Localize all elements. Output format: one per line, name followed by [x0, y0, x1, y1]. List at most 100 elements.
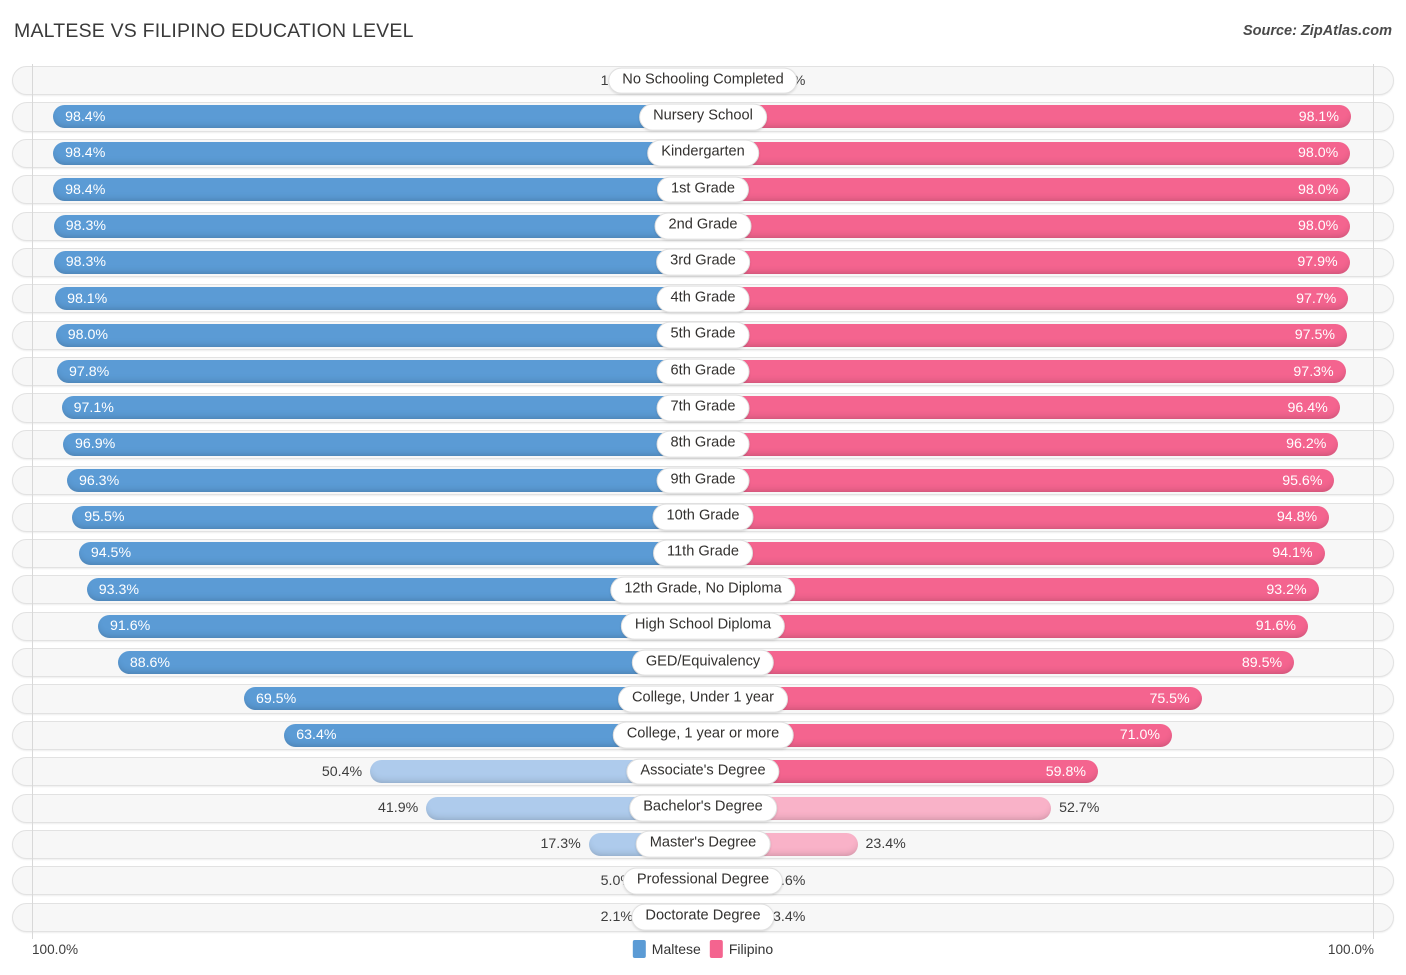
bar-value-maltese: 88.6% [129, 654, 171, 671]
chart-rows: 1.6%2.0%No Schooling Completed 98.4% 98.1%… [12, 64, 1394, 934]
chart-row: 91.6% 91.6% High School Diploma [12, 610, 1394, 643]
bar-filipino: 98.0% [703, 141, 1351, 165]
bar-filipino: 96.4% [703, 396, 1340, 420]
bar-value-maltese: 93.3% [98, 581, 139, 598]
source-attribution: Source: ZipAtlas.com [1242, 23, 1392, 39]
category-label: 11th Grade [653, 540, 753, 567]
bar-value-maltese: 97.8% [69, 363, 110, 380]
bar-value-filipino: 89.5% [1241, 654, 1283, 671]
category-label: Master's Degree [635, 831, 771, 858]
category-label: Kindergarten [647, 139, 759, 167]
category-label: Associate's Degree [626, 758, 780, 786]
category-label: Nursery School [639, 103, 767, 131]
bar-value-maltese: 95.5% [84, 509, 125, 525]
chart-row: 63.4% 71.0% College, 1 year or more [12, 719, 1394, 752]
bar-value-filipino: 71.0% [1119, 727, 1160, 744]
bar-value-filipino: 97.5% [1294, 327, 1335, 344]
bar-maltese: 88.6% [117, 651, 703, 674]
bar-value-filipino: 3.4% [773, 909, 806, 926]
chart-row: 98.0% 97.5% 5th Grade [12, 319, 1394, 352]
legend-swatch-icon [709, 940, 723, 958]
category-label: Doctorate Degree [631, 903, 775, 931]
bar-value-filipino: 59.8% [1045, 763, 1086, 780]
chart-row: 98.1% 97.7% 4th Grade [12, 282, 1394, 315]
bar-value-maltese: 63.4% [296, 727, 337, 744]
chart-page: MALTESE VS FILIPINO EDUCATION LEVEL Sour… [0, 0, 1406, 975]
chart-row: 96.9% 96.2% 8th Grade [12, 428, 1394, 461]
bar-filipino: 97.5% [703, 323, 1347, 347]
bar-maltese: 96.3% [66, 469, 703, 493]
bar-value-maltese: 91.6% [109, 618, 151, 635]
legend-item-filipino: Filipino [709, 940, 774, 958]
bar-value-maltese: 2.1% [600, 909, 633, 926]
left-axis-max-label: 100.0% [32, 942, 79, 957]
bar-maltese: 98.3% [53, 250, 703, 274]
chart-row: 1.6%2.0%No Schooling Completed [12, 64, 1394, 97]
bar-filipino: 95.6% [703, 469, 1335, 493]
category-label: College, Under 1 year [618, 685, 788, 713]
bar-value-filipino: 23.4% [865, 836, 906, 853]
legend-swatch-icon [632, 940, 646, 958]
bar-maltese: 94.5% [78, 541, 703, 565]
category-label: Bachelor's Degree [629, 794, 777, 822]
chart-row: 94.5% 94.1% 11th Grade [12, 537, 1394, 570]
bar-maltese: 95.5% [72, 505, 703, 529]
chart-row: 2.1% 3.4% Doctorate Degree [12, 901, 1394, 934]
chart-row: 95.5% 94.8% 10th Grade [12, 501, 1394, 534]
bar-value-filipino: 96.2% [1286, 436, 1327, 453]
bar-filipino: 91.6% [703, 614, 1309, 638]
bar-value-maltese: 98.0% [67, 327, 108, 344]
bar-filipino: 97.7% [703, 287, 1349, 311]
category-label: GED/Equivalency [631, 649, 775, 676]
bar-maltese: 91.6% [97, 614, 703, 638]
bar-filipino: 98.0% [703, 178, 1351, 202]
category-label: 8th Grade [656, 430, 750, 458]
bar-value-filipino: 75.5% [1149, 690, 1190, 707]
bar-value-filipino: 96.4% [1287, 399, 1328, 416]
bar-maltese: 97.1% [61, 396, 703, 420]
chart-footer: 100.0% 100.0% Maltese Filipino [12, 938, 1394, 968]
chart-row: 97.1% 96.4% 7th Grade [12, 391, 1394, 424]
chart-row: 98.4% 98.0% 1st Grade [12, 173, 1394, 206]
bar-maltese: 98.4% [53, 141, 703, 165]
chart-legend: Maltese Filipino [632, 940, 774, 958]
bar-value-filipino: 98.0% [1298, 181, 1339, 198]
bar-value-filipino: 95.6% [1282, 472, 1323, 489]
bar-maltese: 98.0% [55, 323, 703, 347]
bar-value-maltese: 98.3% [65, 254, 106, 271]
category-label: 6th Grade [656, 358, 750, 385]
legend-label: Filipino [728, 941, 774, 957]
bar-filipino: 94.8% [703, 505, 1330, 529]
bar-filipino: 89.5% [703, 651, 1295, 674]
category-label: 12th Grade, No Diploma [610, 576, 796, 604]
bar-value-maltese: 94.5% [90, 545, 132, 562]
chart-row: 98.3% 98.0% 2nd Grade [12, 210, 1394, 243]
chart-row: 5.0% 7.6% Professional Degree [12, 864, 1394, 897]
chart-row: 17.3% 23.4% Master's Degree [12, 828, 1394, 861]
category-label: Professional Degree [622, 867, 784, 895]
bar-value-filipino: 97.3% [1293, 363, 1334, 380]
bar-maltese: 96.9% [62, 432, 703, 456]
bar-value-maltese: 69.5% [255, 690, 297, 707]
right-axis-max-label: 100.0% [1327, 942, 1374, 957]
category-label: 5th Grade [656, 321, 750, 349]
chart-row: 98.4% 98.0% Kindergarten [12, 137, 1394, 170]
bar-maltese: 98.4% [53, 178, 703, 202]
chart-row: 98.3% 97.9% 3rd Grade [12, 246, 1394, 279]
chart-row: 69.5% 75.5% College, Under 1 year [12, 682, 1394, 715]
category-label: 9th Grade [656, 467, 750, 495]
chart-row: 41.9% 52.7% Bachelor's Degree [12, 792, 1394, 825]
bar-value-maltese: 98.4% [65, 181, 106, 198]
category-label: 4th Grade [656, 285, 750, 313]
bar-value-maltese: 17.3% [540, 836, 581, 853]
chart-plot-area: 1.6%2.0%No Schooling Completed 98.4% 98.1%… [12, 64, 1394, 939]
chart-row: 98.4% 98.1% Nursery School [12, 100, 1394, 133]
bar-value-maltese: 96.9% [74, 436, 116, 453]
page-title: MALTESE VS FILIPINO EDUCATION LEVEL [14, 20, 414, 42]
bar-value-maltese: 98.4% [65, 145, 106, 162]
bar-maltese: 98.3% [53, 214, 703, 238]
bar-filipino: 94.1% [703, 541, 1325, 565]
category-label: No Schooling Completed [608, 67, 798, 94]
category-label: 10th Grade [652, 503, 754, 531]
bar-value-maltese: 98.1% [67, 290, 108, 307]
